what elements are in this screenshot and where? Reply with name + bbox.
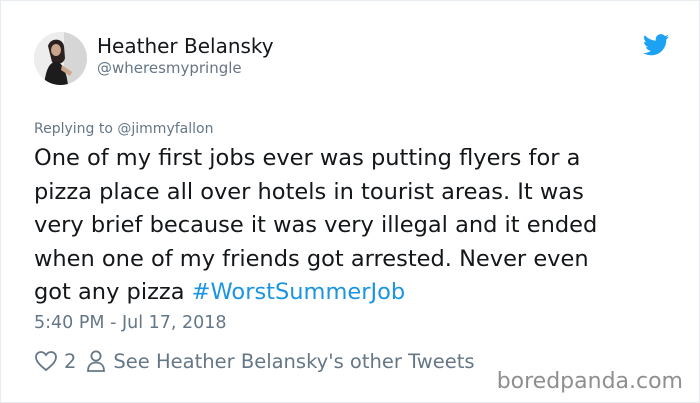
tweet-line: very brief because it was very illegal a… xyxy=(34,212,598,239)
heart-icon[interactable] xyxy=(34,349,58,373)
avatar[interactable] xyxy=(34,32,87,85)
other-tweets-link[interactable]: See Heather Belansky's other Tweets xyxy=(113,350,474,373)
watermark: boredpanda.com xyxy=(496,369,683,394)
tweet-actions: 2 See Heather Belansky's other Tweets xyxy=(34,347,475,375)
tweet-line: pizza place all over hotels in tourist a… xyxy=(34,178,584,205)
author-handle[interactable]: @wheresmypringle xyxy=(97,59,242,77)
mention-link[interactable]: @jimmyfallon xyxy=(117,121,213,137)
replying-to-label: Replying to xyxy=(34,121,113,137)
hashtag-link[interactable]: #WorstSummerJob xyxy=(192,279,406,305)
tweet-text: One of my first jobs ever was putting fl… xyxy=(34,142,664,310)
like-count: 2 xyxy=(64,349,77,373)
avatar-photo xyxy=(34,32,87,85)
tweet-line-last: got any pizza #WorstSummerJob xyxy=(34,276,664,310)
tweet-line-text: got any pizza xyxy=(34,279,185,306)
replying-to: Replying to @jimmyfallon xyxy=(34,121,213,137)
twitter-bird-icon[interactable] xyxy=(643,34,669,56)
tweet-line: when one of my friends got arrested. Nev… xyxy=(34,245,589,272)
tweet-card: Heather Belansky @wheresmypringle Replyi… xyxy=(0,0,700,403)
person-icon xyxy=(87,350,106,372)
author-display-name[interactable]: Heather Belansky xyxy=(97,34,274,58)
tweet-timestamp[interactable]: 5:40 PM - Jul 17, 2018 xyxy=(34,313,227,333)
tweet-line: One of my first jobs ever was putting fl… xyxy=(34,145,581,171)
